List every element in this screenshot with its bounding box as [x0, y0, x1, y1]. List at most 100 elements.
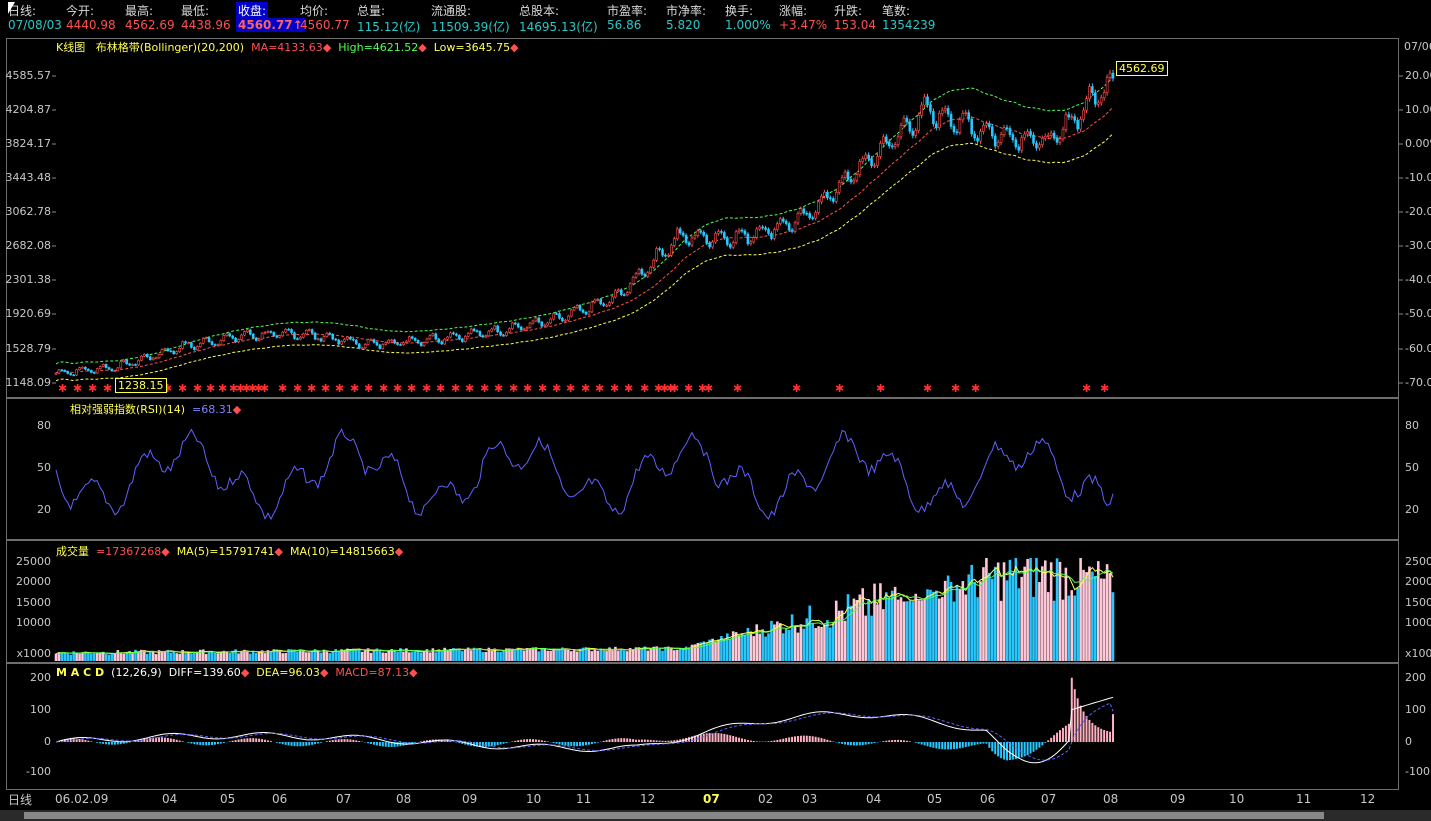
volume-bar — [148, 651, 152, 661]
volume-bar — [122, 653, 126, 661]
volume-bar — [831, 623, 835, 661]
volume-bar — [1111, 592, 1115, 661]
volume-bar — [1020, 576, 1024, 661]
volume-bar — [496, 651, 499, 661]
volume-bar — [369, 652, 373, 661]
period-label[interactable]: 日线 — [8, 791, 32, 808]
macd-bar — [90, 741, 93, 742]
macd-bar — [317, 742, 320, 744]
candle-body — [961, 113, 965, 121]
macd-bar — [864, 742, 867, 745]
volume-bar — [802, 628, 806, 661]
volume-bar — [145, 653, 149, 661]
volume-y-tick-right: 1500 — [1405, 596, 1431, 609]
macd-bar — [888, 740, 891, 742]
macd-bar — [994, 742, 997, 755]
candle-body — [175, 351, 179, 355]
volume-bar — [1079, 558, 1082, 661]
macd-bar — [817, 737, 820, 742]
macd-bar — [517, 740, 520, 742]
candle-body — [940, 109, 944, 114]
macd-bar — [284, 742, 287, 745]
volume-bar — [1076, 587, 1079, 661]
horizontal-scrollbar[interactable] — [0, 810, 1431, 821]
signal-star-icon: ✱ — [538, 382, 547, 395]
volume-bar — [787, 630, 791, 661]
candle-body — [416, 340, 420, 344]
macd-bar — [570, 742, 573, 747]
volume-bar — [823, 624, 826, 661]
macd-bar — [181, 741, 184, 742]
volume-bar — [755, 624, 759, 661]
volume-bar — [937, 598, 941, 661]
volume-bar — [1014, 558, 1018, 661]
macd-bar — [1061, 727, 1064, 742]
volume-bar — [1052, 600, 1056, 661]
macd-bar — [293, 742, 296, 747]
candle-body — [493, 325, 496, 330]
candle-body — [681, 232, 685, 236]
macd-bar — [502, 742, 505, 744]
kline-y-tick: 1528.79 — [5, 342, 52, 355]
candle-body — [652, 259, 655, 268]
signal-star-icon: ✱ — [307, 382, 316, 395]
candle-body — [882, 136, 885, 144]
signal-star-icon: ✱ — [566, 382, 575, 395]
volume-bar — [449, 648, 452, 661]
signal-star-icon: ✱ — [422, 382, 431, 395]
macd-bar — [1020, 742, 1023, 758]
candle-body — [131, 364, 134, 366]
volume-title: 成交量 — [56, 545, 89, 558]
macd-bar — [776, 739, 779, 742]
volume-bar — [193, 652, 196, 661]
volume-bar — [381, 652, 385, 661]
candle-body — [98, 366, 102, 370]
bollinger-low: Low=3645.75 — [433, 41, 511, 54]
macd-bar — [605, 740, 608, 742]
candle-body — [717, 231, 720, 234]
volume-bar — [357, 649, 361, 661]
candle-body — [540, 321, 544, 327]
volume-bar — [846, 594, 850, 661]
candle-body — [1005, 127, 1009, 130]
kline-pct-tick: -60.00% — [1405, 342, 1431, 355]
candle-body — [826, 191, 829, 199]
candle-body — [204, 337, 208, 339]
volume-bar — [958, 589, 962, 661]
macd-bar — [988, 742, 991, 748]
volume-bar — [973, 581, 976, 661]
candle-body — [78, 367, 81, 371]
macd-bar — [311, 742, 314, 745]
volume-bar — [917, 600, 920, 661]
macd-bar — [420, 741, 423, 742]
candle-body — [1008, 128, 1012, 135]
macd-bar — [499, 742, 502, 745]
macd-bar — [838, 742, 841, 744]
candle-body — [478, 331, 482, 336]
candle-body — [487, 330, 491, 337]
candle-body — [125, 359, 128, 365]
macd-bar — [446, 740, 449, 742]
volume-bar — [178, 653, 181, 661]
candle-body — [755, 228, 759, 238]
macd-bar — [228, 741, 231, 742]
candle-body — [325, 332, 329, 337]
macd-bar — [1109, 731, 1112, 742]
macd-bar — [829, 740, 832, 742]
candle-body — [287, 329, 290, 331]
candle-body — [605, 305, 608, 307]
candle-body — [213, 344, 217, 346]
macd-bar — [299, 742, 302, 747]
volume-bar — [278, 651, 282, 661]
candle-body — [313, 332, 317, 340]
scrollbar-track[interactable] — [24, 812, 1324, 819]
macd-bar — [970, 742, 973, 746]
candle-body — [858, 161, 862, 175]
candle-body — [999, 134, 1003, 143]
volume-bar — [596, 650, 600, 661]
kline-y-tick: 4204.87 — [5, 103, 52, 116]
volume-bar — [911, 601, 915, 661]
candle-body — [773, 229, 776, 239]
candle-body — [1096, 102, 1100, 105]
candle-body — [1088, 86, 1091, 99]
